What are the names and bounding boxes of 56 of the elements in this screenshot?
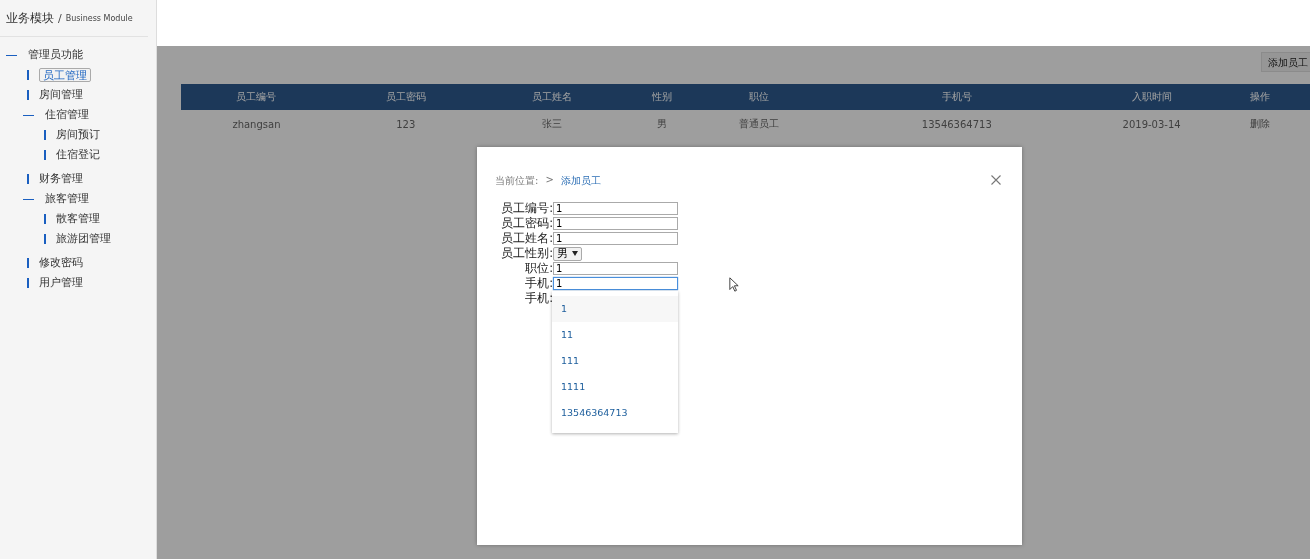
input-field[interactable]: 1 (553, 202, 678, 215)
sidebar-subtitle: Business Module (65, 13, 133, 23)
gender-select[interactable]: 男 (553, 246, 582, 261)
column-header: 入职时间 (1130, 90, 1173, 104)
menu-item[interactable]: 修改密码 (39, 256, 83, 270)
title-separator: / (58, 11, 62, 25)
breadcrumb-link[interactable]: 添加员工 (560, 174, 601, 188)
input-field[interactable]: 1 (553, 262, 678, 275)
breadcrumb-separator: > (545, 174, 554, 187)
menu-item[interactable]: 旅游团管理 (56, 232, 111, 246)
suggestion-item[interactable]: 1111 (552, 374, 678, 400)
table-cell-text: 2019-03-14 (1121, 118, 1182, 130)
suggestion-item[interactable]: 1 (552, 296, 678, 322)
delete-link[interactable]: 删除 (1209, 117, 1310, 131)
menu-item[interactable]: 管理员功能 (28, 48, 83, 62)
input-field[interactable]: 1 (553, 277, 678, 290)
field-label: 员工性别: (500, 246, 553, 261)
column-header: 员工编号 (235, 90, 278, 104)
menu-item[interactable]: 房间管理 (39, 88, 83, 102)
add-employee-button[interactable]: 添加员工 (1261, 52, 1310, 72)
menu-item[interactable]: 散客管理 (56, 212, 100, 226)
suggestion-item[interactable]: 111 (552, 348, 678, 374)
menu-item[interactable]: 房间预订 (56, 128, 100, 142)
close-icon[interactable] (991, 175, 1001, 185)
column-header: 员工姓名 (531, 90, 574, 104)
field-label: 员工密码: (500, 216, 553, 231)
field-label: 员工编号: (500, 201, 553, 216)
table-cell-text: 123 (395, 118, 417, 130)
field-label: 员工姓名: (500, 231, 553, 246)
sidebar-title: 业务模块 (6, 9, 54, 27)
menu-item[interactable]: 住宿管理 (45, 108, 89, 122)
field-label: 手机: (524, 291, 553, 306)
menu-item[interactable]: 旅客管理 (45, 192, 89, 206)
column-header: 操作 (1248, 90, 1271, 104)
caret-icon (572, 251, 578, 256)
field-label: 手机: (524, 276, 553, 291)
table-cell-text: 普通员工 (738, 117, 781, 131)
column-header: 性别 (651, 90, 674, 104)
table-cell-text: 13546364713 (920, 118, 993, 130)
field-label: 职位: (524, 261, 553, 276)
input-field[interactable]: 1 (553, 232, 678, 245)
column-header: 手机号 (940, 90, 973, 104)
table-cell-text: 男 (656, 117, 669, 131)
menu-item[interactable]: 财务管理 (39, 172, 83, 186)
table-cell-text: zhangsan (231, 118, 282, 130)
table-cell-text: 张三 (541, 117, 564, 131)
breadcrumb-label: 当前位置: (495, 174, 539, 188)
column-header: 职位 (748, 90, 771, 104)
suggestion-item[interactable]: 13546364713 (552, 400, 678, 426)
menu-item[interactable]: 员工管理 (39, 68, 91, 82)
input-field[interactable]: 1 (553, 217, 678, 230)
mouse-cursor-icon (729, 277, 739, 292)
suggestion-item[interactable]: 11 (552, 322, 678, 348)
column-header: 员工密码 (384, 90, 427, 104)
menu-item[interactable]: 用户管理 (39, 276, 83, 290)
menu-item[interactable]: 住宿登记 (56, 148, 100, 162)
